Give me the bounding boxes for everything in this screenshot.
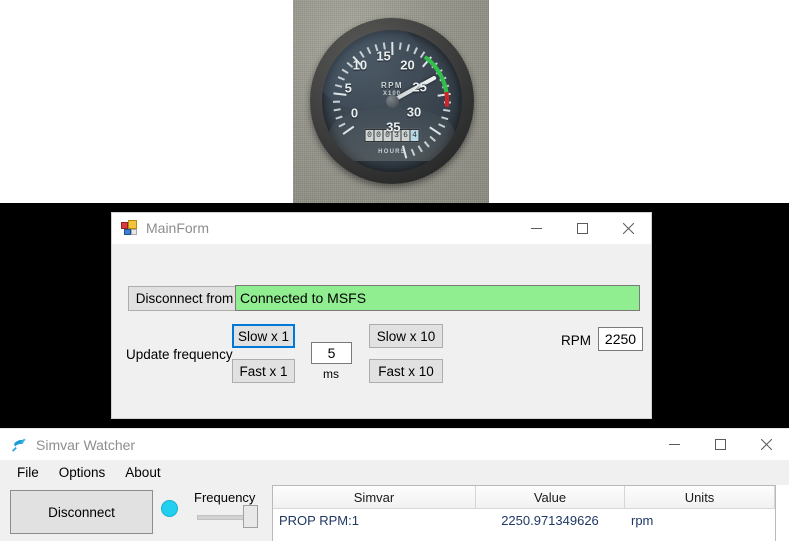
screen-root: RPM X100 000364 HOURS 05101520253035 Mai…: [0, 0, 789, 541]
simvar-table: SimvarValueUnits PROP RPM:12250.97134962…: [272, 485, 776, 541]
table-right-gutter: [776, 485, 789, 541]
column-header-units[interactable]: Units: [625, 486, 775, 509]
column-header-simvar[interactable]: Simvar: [273, 486, 476, 509]
frequency-slider-thumb[interactable]: [243, 505, 258, 528]
close-icon[interactable]: [743, 429, 789, 460]
plug-icon: [9, 436, 27, 454]
mainform-title: MainForm: [146, 220, 209, 236]
watcher-title: Simvar Watcher: [36, 437, 135, 453]
cell-value: 2250.971349626: [476, 509, 625, 532]
dial-number: 30: [407, 104, 421, 119]
close-icon[interactable]: [605, 213, 651, 244]
column-header-value[interactable]: Value: [476, 486, 625, 509]
minimize-icon[interactable]: [651, 429, 697, 460]
mainform-window: MainForm Disconnect from Connected to MS…: [111, 212, 652, 419]
maximize-icon[interactable]: [559, 213, 605, 244]
watcher-menubar: FileOptionsAbout: [0, 460, 789, 484]
hour-meter-digit: 4: [411, 130, 419, 141]
slow-x1-button[interactable]: Slow x 1: [232, 324, 295, 348]
dial-number: 5: [345, 80, 352, 95]
hour-meter-digit: 0: [366, 130, 374, 141]
dial-minor-tick: [333, 101, 340, 103]
cell-units: rpm: [625, 509, 775, 532]
dial-major-tick: [391, 42, 394, 55]
mainform-titlebar[interactable]: MainForm: [112, 213, 651, 244]
mainform-body: Disconnect from Connected to MSFS Update…: [112, 244, 651, 418]
minimize-icon[interactable]: [513, 213, 559, 244]
fast-x1-button[interactable]: Fast x 1: [232, 359, 295, 383]
desktop-background-left: [0, 203, 111, 428]
update-frequency-label: Update frequency: [126, 347, 233, 362]
gauge-dial: RPM X100 000364 HOURS 05101520253035: [322, 30, 462, 172]
connection-status-textbox[interactable]: Connected to MSFS: [235, 285, 640, 311]
hours-label: HOURS: [378, 149, 406, 155]
hour-meter-digit: 6: [402, 130, 410, 141]
menu-item-options[interactable]: Options: [49, 463, 116, 482]
dial-number: 10: [353, 58, 367, 73]
table-body: PROP RPM:12250.971349626rpm: [273, 509, 775, 532]
table-row[interactable]: PROP RPM:12250.971349626rpm: [273, 509, 775, 532]
tachometer-photo: RPM X100 000364 HOURS 05101520253035: [293, 0, 489, 203]
gauge-bezel: RPM X100 000364 HOURS 05101520253035: [310, 18, 474, 184]
rpm-dial-label: RPM: [381, 81, 403, 90]
dial-number: 0: [351, 105, 358, 120]
dial-minor-tick: [443, 109, 450, 112]
watcher-titlebar[interactable]: Simvar Watcher: [0, 429, 789, 460]
hour-meter-digit: 0: [375, 130, 383, 141]
frequency-label: Frequency: [194, 490, 255, 505]
winforms-icon: [121, 220, 137, 236]
menu-item-file[interactable]: File: [7, 463, 49, 482]
connection-status-led: [161, 500, 178, 517]
interval-units-label: ms: [323, 367, 339, 381]
gauge-photo-area: RPM X100 000364 HOURS 05101520253035: [0, 0, 789, 203]
disconnect-from-button[interactable]: Disconnect from: [128, 286, 241, 311]
dial-number: 15: [376, 49, 390, 64]
dial-face: RPM X100 000364 HOURS 05101520253035: [322, 30, 462, 172]
dial-minor-tick: [334, 109, 341, 112]
disconnect-button[interactable]: Disconnect: [10, 490, 153, 534]
rpm-label: RPM: [561, 333, 591, 348]
maximize-icon[interactable]: [697, 429, 743, 460]
menu-item-about[interactable]: About: [115, 463, 170, 482]
table-header-row: SimvarValueUnits: [273, 486, 775, 509]
dial-number: 35: [386, 119, 400, 134]
slow-x10-button[interactable]: Slow x 10: [369, 324, 443, 348]
cell-simvar: PROP RPM:1: [273, 509, 476, 532]
interval-ms-input[interactable]: 5: [311, 342, 352, 364]
dial-number: 25: [412, 80, 426, 95]
desktop-background-right: [652, 203, 789, 428]
desktop-background-bottom: [111, 419, 652, 428]
fast-x10-button[interactable]: Fast x 10: [369, 359, 443, 383]
dial-number: 20: [400, 57, 414, 72]
needle-hub: [386, 95, 399, 108]
rpm-value-textbox[interactable]: 2250: [598, 327, 643, 351]
